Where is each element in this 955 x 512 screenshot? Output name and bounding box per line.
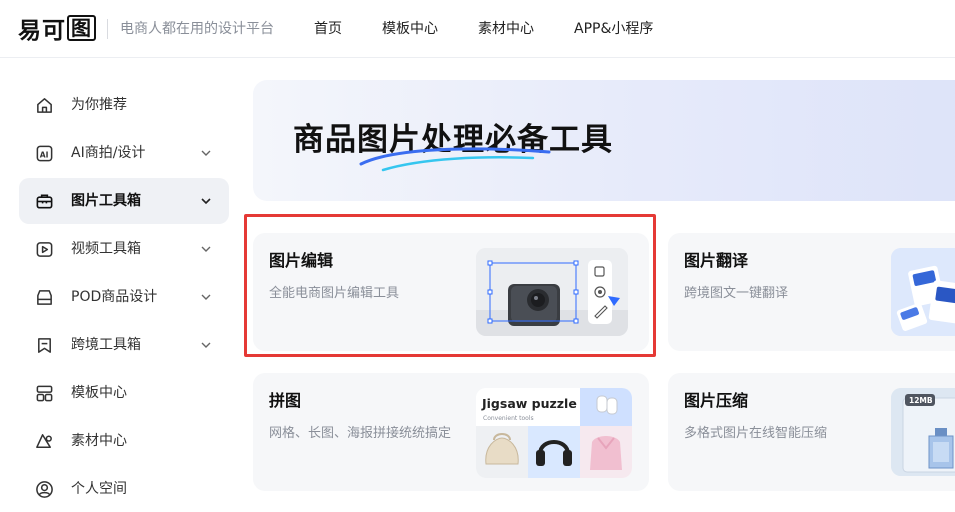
- toolbox-icon: [36, 194, 53, 209]
- sidebar-item-label: POD商品设计: [71, 289, 158, 305]
- crossborder-icon: [38, 338, 51, 353]
- translate-illustration: [891, 248, 955, 336]
- nav-app[interactable]: APP&小程序: [574, 20, 653, 38]
- sidebar-item-video-toolbox[interactable]: 视频工具箱: [19, 226, 229, 272]
- puzzle-image-subtitle: Convenient tools: [483, 415, 534, 422]
- compress-illustration: 12MB: [891, 388, 955, 476]
- card-title: 拼图: [269, 391, 302, 410]
- tool-card-compress[interactable]: 图片压缩 多格式图片在线智能压缩 12MB: [668, 373, 955, 491]
- chevron-down-icon: [201, 198, 211, 205]
- sidebar-item-label: 跨境工具箱: [71, 337, 141, 353]
- image-edit-preview: [476, 248, 628, 336]
- chevron-down-icon: [201, 342, 211, 348]
- sidebar-item-templates[interactable]: 模板中心: [19, 370, 229, 416]
- user-icon: [36, 481, 53, 498]
- swoosh-decoration: [359, 147, 551, 172]
- sidebar-item-crossborder[interactable]: 跨境工具箱: [19, 322, 229, 368]
- sidebar: 为你推荐 AI AI商拍/设计 图片工具箱 视频工具箱 POD商品设计 跨境工具…: [0, 58, 240, 498]
- card-desc: 全能电商图片编辑工具: [269, 286, 400, 301]
- logo[interactable]: 易可 图: [18, 14, 96, 44]
- sidebar-item-pod[interactable]: POD商品设计: [19, 274, 229, 320]
- sidebar-item-label: AI商拍/设计: [71, 145, 146, 161]
- header-divider: [107, 19, 108, 39]
- logo-text: 易可: [18, 18, 66, 44]
- sidebar-item-label: 视频工具箱: [71, 241, 141, 257]
- image-translate-preview: [891, 248, 955, 336]
- sidebar-item-personal[interactable]: 个人空间: [19, 466, 229, 512]
- compress-preview: 12MB: [891, 388, 955, 476]
- sidebar-item-label: 图片工具箱: [71, 193, 141, 209]
- sidebar-item-label: 个人空间: [71, 481, 127, 497]
- projector-illustration: [476, 248, 628, 336]
- card-title: 图片编辑: [269, 251, 334, 270]
- puzzle-preview: Jigsaw puzzle Convenient tools: [476, 388, 632, 478]
- top-bar: 易可 图 电商人都在用的设计平台 首页 模板中心 素材中心 APP&小程序: [0, 0, 955, 58]
- sidebar-item-label: 模板中心: [71, 385, 127, 401]
- tool-card-image-edit[interactable]: 图片编辑 全能电商图片编辑工具: [253, 233, 649, 351]
- pod-icon: [37, 290, 52, 305]
- ai-icon: AI: [36, 145, 53, 162]
- svg-text:AI: AI: [40, 150, 49, 159]
- nav-materials[interactable]: 素材中心: [478, 20, 534, 38]
- video-icon: [36, 242, 53, 257]
- banner: 商品图片处理必备工具: [253, 80, 955, 201]
- card-desc: 多格式图片在线智能压缩: [684, 426, 828, 441]
- card-desc: 网格、长图、海报拼接统统搞定: [269, 426, 452, 441]
- slogan: 电商人都在用的设计平台: [120, 21, 274, 37]
- home-icon: [37, 98, 52, 113]
- sidebar-item-ai[interactable]: AI AI商拍/设计: [19, 130, 229, 176]
- chevron-down-icon: [201, 294, 211, 300]
- puzzle-image-title: Jigsaw puzzle: [481, 396, 577, 411]
- tool-card-puzzle[interactable]: 拼图 网格、长图、海报拼接统统搞定 Jigsaw puzzle Convenie…: [253, 373, 649, 491]
- card-desc: 跨境图文一键翻译: [684, 286, 789, 301]
- sidebar-item-recommend[interactable]: 为你推荐: [19, 82, 229, 128]
- card-title: 图片压缩: [684, 391, 749, 410]
- logo-box-text: 图: [67, 15, 96, 41]
- chevron-down-icon: [201, 246, 211, 252]
- sidebar-item-image-toolbox[interactable]: 图片工具箱: [19, 178, 229, 224]
- material-icon: [36, 434, 52, 448]
- sidebar-item-label: 为你推荐: [71, 97, 127, 113]
- compress-size-badge: 12MB: [909, 396, 933, 405]
- chevron-down-icon: [201, 150, 211, 156]
- card-title: 图片翻译: [684, 251, 749, 270]
- template-icon: [36, 385, 53, 402]
- puzzle-illustration: Jigsaw puzzle Convenient tools: [476, 388, 632, 478]
- tool-card-image-translate[interactable]: 图片翻译 跨境图文一键翻译: [668, 233, 955, 351]
- sidebar-item-label: 素材中心: [71, 433, 127, 449]
- sidebar-item-materials[interactable]: 素材中心: [19, 418, 229, 464]
- nav-templates[interactable]: 模板中心: [382, 20, 438, 38]
- nav-home[interactable]: 首页: [314, 20, 342, 38]
